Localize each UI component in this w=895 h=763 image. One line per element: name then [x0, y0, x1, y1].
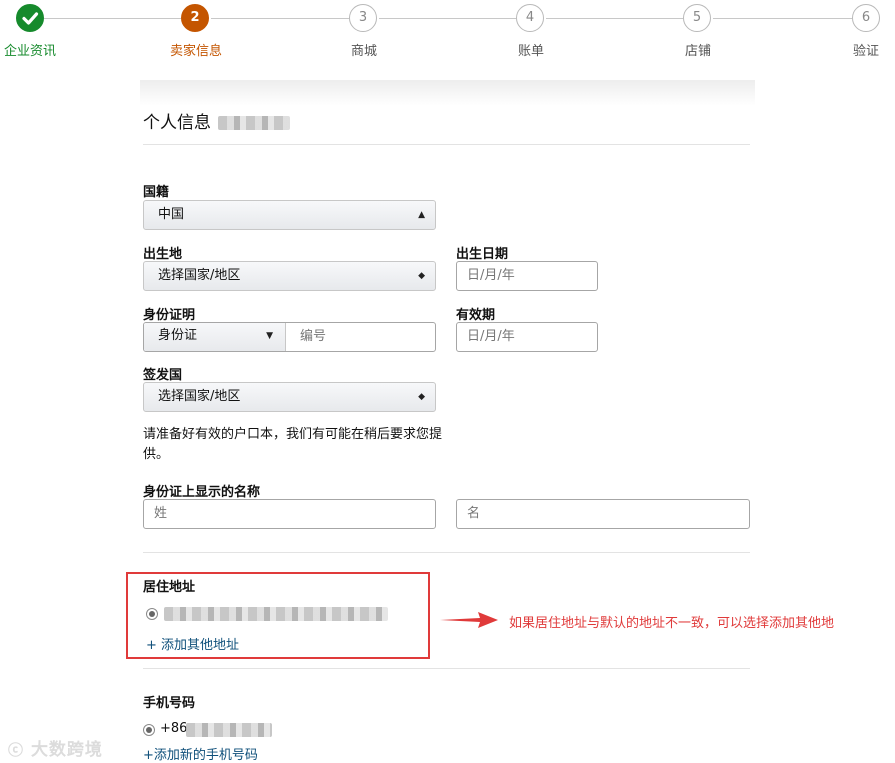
nationality-select[interactable]: 中国 ▲: [143, 200, 436, 230]
step-6-circle: 6: [852, 4, 880, 32]
first-name-input[interactable]: 名: [456, 499, 750, 529]
phone-label: 手机号码: [143, 696, 196, 711]
step-1-circle[interactable]: [16, 4, 44, 32]
updown-arrow-icon: ◆: [418, 271, 425, 281]
section-shadow: [140, 80, 755, 106]
step-2-label: 卖家信息: [169, 44, 223, 59]
birthdate-label: 出生日期: [456, 247, 509, 262]
watermark-logo-icon: ⓒ: [8, 741, 25, 759]
arrow-right-icon: [440, 612, 498, 628]
phone-radio[interactable]: [143, 724, 155, 736]
step-5-circle: 5: [683, 4, 711, 32]
section-title-text: 个人信息: [143, 113, 211, 133]
issuing-country-label: 签发国: [143, 368, 183, 383]
annotation-text: 如果居住地址与默认的地址不一致，可以选择添加其他地: [509, 616, 835, 631]
add-phone-link[interactable]: +添加新的手机号码: [143, 744, 258, 763]
watermark: ⓒ 大数跨境: [8, 735, 103, 760]
redacted-address: [164, 607, 388, 621]
step-6-label: 验证: [852, 44, 880, 59]
step-2-circle: 2: [181, 4, 209, 32]
address-radio[interactable]: [146, 608, 158, 620]
expiry-placeholder: 日/月/年: [467, 329, 515, 344]
step-4-label: 账单: [517, 44, 545, 59]
issuing-country-value: 选择国家/地区: [158, 389, 241, 404]
check-icon: [22, 12, 39, 25]
redacted-phone: [186, 723, 272, 737]
step-3-circle: 3: [349, 4, 377, 32]
birthplace-select[interactable]: 选择国家/地区 ◆: [143, 261, 436, 291]
nationality-label: 国籍: [143, 185, 170, 200]
step-connector: [44, 18, 181, 19]
step-3-label: 商城: [350, 44, 378, 59]
caret-down-icon: ▼: [266, 331, 273, 341]
household-register-note: 请准备好有效的户口本，我们有可能在稍后要求您提供。: [143, 427, 443, 462]
phone-prefix: +86: [160, 721, 188, 736]
id-type-value: 身份证: [158, 328, 198, 343]
updown-arrow-icon: ◆: [418, 392, 425, 402]
watermark-text: 大数跨境: [30, 740, 103, 760]
section-title: 个人信息: [143, 108, 291, 133]
issuing-country-select[interactable]: 选择国家/地区 ◆: [143, 382, 436, 412]
birthplace-value: 选择国家/地区: [158, 268, 241, 283]
updown-arrow-icon: ▲: [418, 210, 425, 220]
id-proof-label: 身份证明: [143, 308, 196, 323]
address-label: 居住地址: [143, 580, 196, 595]
step-connector: [211, 18, 349, 19]
step-1-label: 企业资讯: [3, 44, 57, 59]
last-name-input[interactable]: 姓: [143, 499, 436, 529]
redacted-name: [218, 116, 291, 130]
id-name-label: 身份证上显示的名称: [143, 485, 261, 500]
birthdate-placeholder: 日/月/年: [467, 268, 515, 283]
step-connector: [379, 18, 516, 19]
step-connector: [546, 18, 683, 19]
divider: [143, 668, 750, 669]
expiry-label: 有效期: [456, 308, 496, 323]
birthdate-input[interactable]: 日/月/年: [456, 261, 598, 291]
id-type-select[interactable]: 身份证 ▼: [144, 323, 286, 351]
step-4-circle: 4: [516, 4, 544, 32]
step-connector: [713, 18, 852, 19]
id-proof-group: 身份证 ▼ 编号: [143, 322, 436, 352]
birthplace-label: 出生地: [143, 247, 183, 262]
expiry-input[interactable]: 日/月/年: [456, 322, 598, 352]
add-address-link[interactable]: + 添加其他地址: [146, 634, 239, 653]
id-number-placeholder[interactable]: 编号: [300, 323, 326, 351]
divider: [143, 552, 750, 553]
divider: [143, 144, 750, 145]
step-5-label: 店铺: [684, 44, 712, 59]
nationality-value: 中国: [158, 207, 185, 222]
first-name-placeholder: 名: [467, 506, 481, 521]
last-name-placeholder: 姓: [154, 506, 168, 521]
